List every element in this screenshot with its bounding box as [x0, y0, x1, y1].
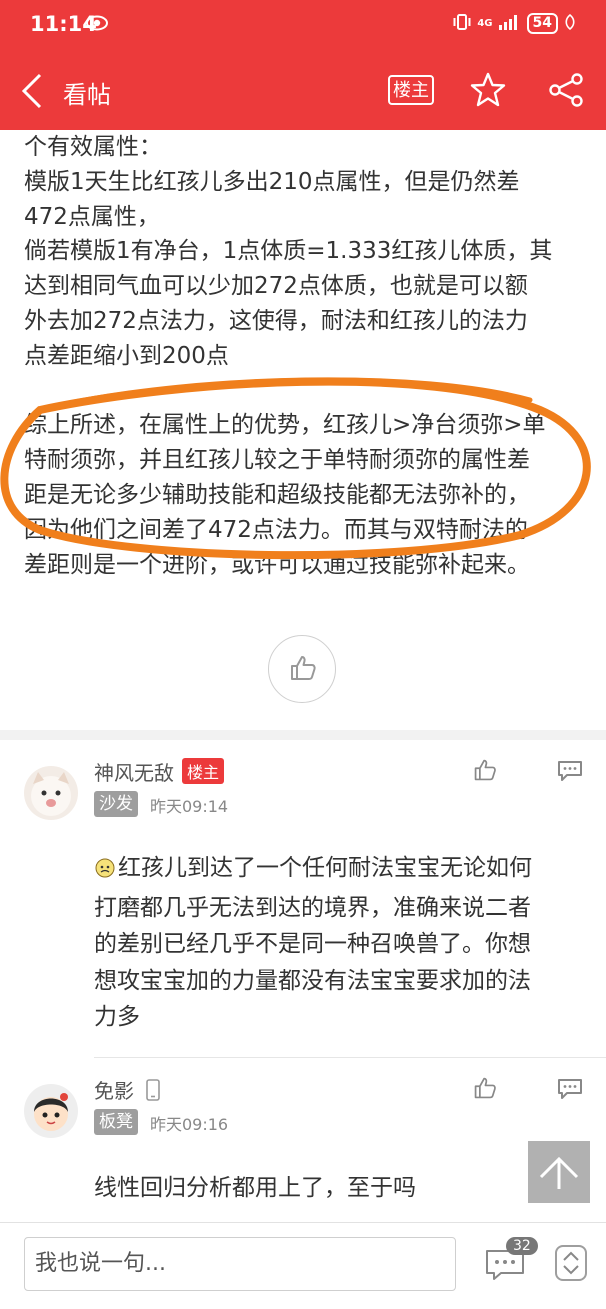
- comment-time: 昨天09:16: [150, 1115, 229, 1134]
- scroll-to-top-button[interactable]: [528, 1141, 590, 1203]
- comment-reply-icon[interactable]: [557, 760, 583, 786]
- comment-text: 红孩儿到达了一个任何耐法宝宝无论如何 打磨都几乎无法到达的境界，准确来说二者 的…: [94, 853, 532, 1030]
- thumbs-up-icon: [291, 656, 316, 680]
- section-divider: [0, 730, 606, 740]
- post-like-button[interactable]: [268, 635, 336, 703]
- floor-badge: 沙发: [94, 791, 138, 817]
- network-label: 4G: [477, 18, 493, 29]
- page-title: 看帖: [63, 81, 111, 109]
- phone-icon: [146, 1079, 161, 1106]
- share-icon[interactable]: [548, 73, 584, 111]
- back-arrow-icon[interactable]: [20, 72, 44, 114]
- post-line: 点差距缩小到200点: [24, 342, 229, 369]
- signal-icon: [498, 14, 521, 34]
- highlight-ellipse: [0, 377, 591, 560]
- post-line: 个有效属性：: [24, 134, 162, 160]
- comment-divider: [94, 1057, 606, 1058]
- page-jump-button[interactable]: [555, 1245, 587, 1281]
- comment-username[interactable]: 免影: [94, 1075, 161, 1106]
- comment-like-icon[interactable]: [473, 758, 497, 786]
- comment-reply-icon[interactable]: [557, 1078, 583, 1104]
- post-line: 472点属性，: [24, 203, 160, 230]
- post-line: 达到相同气血可以少加272点体质，也就是可以额: [24, 273, 528, 300]
- post-line: 模版1天生比红孩儿多出210点属性，但是仍然差: [24, 168, 520, 195]
- owner-only-button[interactable]: 楼主: [388, 75, 434, 105]
- comment-text: 线性回归分析都用上了，至于吗: [94, 1175, 416, 1201]
- status-bar: 11:14 4G 54: [0, 0, 606, 50]
- avatar[interactable]: [24, 766, 78, 820]
- comment-input[interactable]: 我也说一句...: [24, 1237, 456, 1291]
- battery-indicator: 54: [526, 13, 558, 34]
- top-bar: 11:14 4G 54 看帖 楼主: [0, 0, 606, 130]
- owner-badge: 楼主: [182, 758, 225, 784]
- nav-bar: 看帖 楼主: [0, 58, 606, 124]
- comment-like-icon[interactable]: [473, 1076, 497, 1104]
- arrow-up-icon: [539, 1156, 579, 1189]
- leaf-icon: [564, 13, 576, 34]
- favorite-star-icon[interactable]: [470, 72, 506, 112]
- floor-badge: 板凳: [94, 1109, 138, 1135]
- post-line: 倘若模版1有净台，1点体质=1.333红孩儿体质，其: [24, 238, 553, 265]
- vibrate-icon: [453, 13, 471, 34]
- post-line: 外去加272点法力，这使得，耐法和红孩儿的法力: [24, 307, 528, 334]
- status-icons: 4G 54: [453, 13, 576, 34]
- eye-icon: [86, 15, 108, 35]
- up-down-chevron-icon: [563, 1251, 579, 1275]
- comment-count-badge: 32: [506, 1237, 538, 1255]
- emoji-icon: [94, 853, 116, 890]
- bottom-bar: 我也说一句... 32: [0, 1222, 606, 1309]
- avatar[interactable]: [24, 1084, 78, 1138]
- comment-time: 昨天09:14: [150, 797, 229, 816]
- comment-username[interactable]: 神风无敌 楼主: [94, 757, 225, 786]
